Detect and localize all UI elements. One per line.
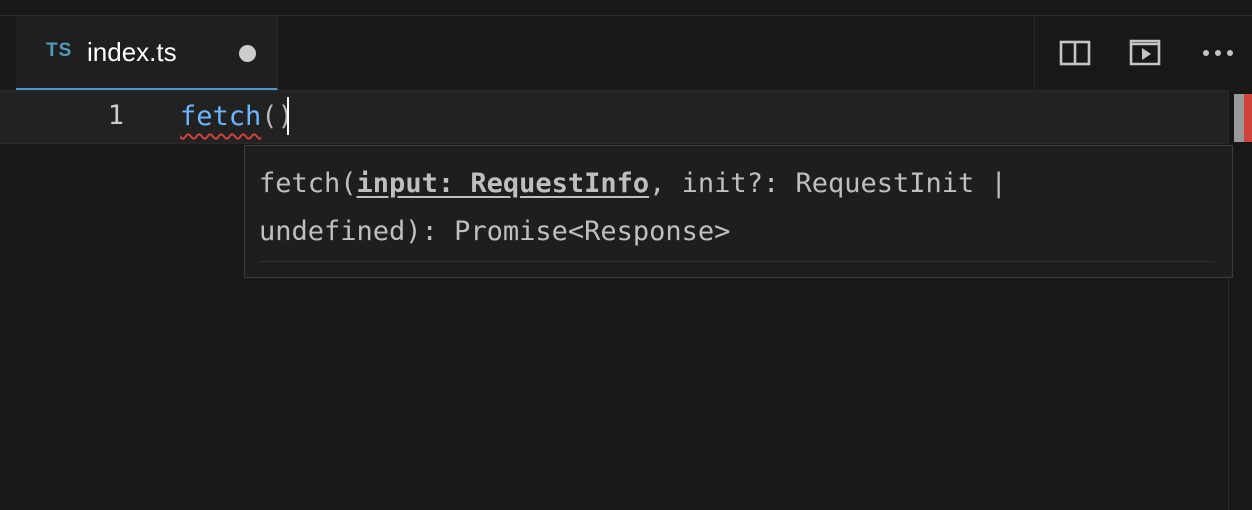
actions-divider	[1034, 16, 1035, 90]
tab-index-ts[interactable]: TS index.ts	[16, 16, 278, 90]
signature-text: fetch(input: RequestInfo, init?: Request…	[259, 160, 1189, 256]
title-strip	[0, 0, 1252, 16]
unsaved-changes-dot-icon[interactable]	[239, 45, 256, 62]
split-editor-icon	[1059, 40, 1091, 66]
split-editor-button[interactable]	[1058, 36, 1092, 70]
close-paren-token: )	[277, 101, 294, 132]
run-preview-button[interactable]	[1128, 36, 1162, 70]
signature-active-parameter: input: RequestInfo	[356, 168, 650, 199]
typescript-file-icon: TS	[46, 40, 73, 61]
text-cursor	[287, 97, 289, 135]
signature-prefix: fetch(	[259, 168, 357, 199]
tab-filename: index.ts	[87, 37, 177, 67]
more-actions-button[interactable]	[1201, 36, 1235, 70]
function-name-token[interactable]: fetch	[180, 101, 261, 132]
scrollbar-thumb[interactable]	[1234, 94, 1244, 142]
open-paren-token: (	[261, 101, 278, 132]
ellipsis-icon	[1203, 50, 1233, 56]
signature-help-popup: fetch(input: RequestInfo, init?: Request…	[244, 145, 1233, 278]
code-line[interactable]: fetch()	[180, 101, 294, 132]
line-number: 1	[107, 100, 124, 131]
signature-separator	[259, 261, 1214, 262]
play-preview-icon	[1129, 39, 1161, 66]
error-overview-marker	[1244, 94, 1252, 142]
